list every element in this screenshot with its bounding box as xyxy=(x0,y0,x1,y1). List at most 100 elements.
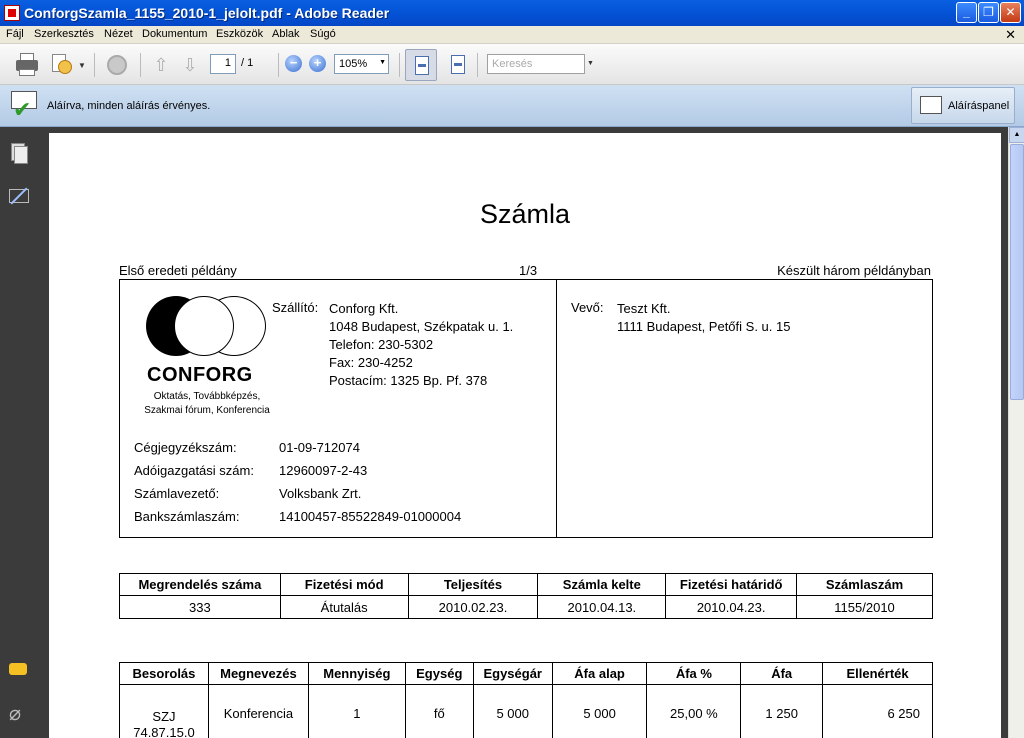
toolbar-separator xyxy=(140,53,141,77)
signature-valid-icon: ✔ xyxy=(9,89,43,121)
logo-name: CONFORG xyxy=(147,364,253,386)
table-header-row: Megrendelés száma Fizetési mód Teljesíté… xyxy=(119,573,933,596)
table-cell: Konferencia xyxy=(207,684,309,738)
zoom-in-icon[interactable]: + xyxy=(309,55,326,72)
supplier-label: Szállító: xyxy=(272,300,319,315)
table-row: SZJ 74.87.15.0 Konferencia 1 fő 5 000 5 … xyxy=(119,684,933,738)
window-title: ConforgSzamla_1155_2010-1_jelolt.pdf - A… xyxy=(24,5,390,21)
print-icon[interactable] xyxy=(14,52,40,78)
account-value: 14100457-85522849-01000004 xyxy=(279,509,462,524)
page-total: / 1 xyxy=(241,57,254,69)
table-cell: 2010.04.23. xyxy=(665,595,798,619)
table-cell: Átutalás xyxy=(279,595,409,619)
column-header: Egységár xyxy=(472,662,553,685)
fit-width-icon[interactable] xyxy=(405,49,437,81)
toolbar-separator xyxy=(477,53,478,77)
table-header-row: Besorolás Megnevezés Mennyiség Egység Eg… xyxy=(119,662,933,685)
attachments-icon[interactable]: ⌀ xyxy=(9,701,29,725)
zoom-select[interactable]: 105% ▼ xyxy=(334,54,389,74)
signatures-icon[interactable] xyxy=(9,185,29,207)
bank-value: Volksbank Zrt. xyxy=(279,486,362,501)
zoom-value: 105% xyxy=(339,58,368,70)
maximize-button[interactable]: ❐ xyxy=(978,2,999,23)
hand-tool-icon[interactable] xyxy=(104,52,130,78)
column-header: Számla kelte xyxy=(537,573,667,596)
tax-value: 12960097-2-43 xyxy=(279,463,368,478)
document-view[interactable]: Számla Első eredeti példány 1/3 Készült … xyxy=(38,127,1008,738)
logo-subtitle: Oktatás, Továbbképzés, Szakmai fórum, Ko… xyxy=(144,391,270,416)
account-label: Bankszámlaszám: xyxy=(134,509,240,524)
collaborate-icon[interactable]: ▼ xyxy=(50,52,86,78)
copy-label: Első eredeti példány xyxy=(119,263,237,278)
bank-label: Számlavezető: xyxy=(134,486,220,501)
registry-value: 01-09-712074 xyxy=(279,440,360,455)
adobe-reader-icon xyxy=(4,5,20,21)
column-header: Ellenérték xyxy=(822,662,933,685)
order-table: Megrendelés száma Fizetési mód Teljesíté… xyxy=(119,573,933,619)
column-header: Áfa xyxy=(740,662,824,685)
column-header: Teljesítés xyxy=(407,573,539,596)
menu-tools[interactable]: Eszközök xyxy=(216,28,263,40)
registry-label: Cégjegyzékszám: xyxy=(134,440,237,455)
chevron-down-icon: ▼ xyxy=(379,59,386,66)
pages-icon[interactable] xyxy=(9,143,29,165)
search-dropdown-icon[interactable]: ▼ xyxy=(587,60,594,67)
signature-message-bar: ✔ Aláírva, minden aláírás érvényes. Aláí… xyxy=(0,85,1024,127)
menu-document[interactable]: Dokumentum xyxy=(142,28,207,40)
table-cell: 2010.02.23. xyxy=(407,595,539,619)
toolbar-separator xyxy=(94,53,95,77)
menu-help[interactable]: Súgó xyxy=(310,28,336,40)
column-header: Megrendelés száma xyxy=(119,573,281,596)
supplier-details: Conforg Kft. 1048 Budapest, Székpatak u.… xyxy=(329,301,514,388)
column-header: Fizetési határidő xyxy=(665,573,798,596)
table-cell: 1 250 xyxy=(740,684,824,738)
signature-panel-button[interactable]: Aláíráspanel xyxy=(911,87,1015,124)
menu-bar: Fájl Szerkesztés Nézet Dokumentum Eszköz… xyxy=(0,26,1024,44)
signature-status: Aláírva, minden aláírás érvényes. xyxy=(47,100,211,112)
menu-file[interactable]: Fájl xyxy=(6,28,24,40)
menu-view[interactable]: Nézet xyxy=(104,28,133,40)
table-cell: 5 000 xyxy=(472,684,553,738)
title-bar: ConforgSzamla_1155_2010-1_jelolt.pdf - A… xyxy=(0,0,1024,26)
menu-edit[interactable]: Szerkesztés xyxy=(34,28,94,40)
column-header: Áfa % xyxy=(646,662,742,685)
vertical-scrollbar[interactable]: ▲ xyxy=(1008,127,1024,738)
page-of: 1/3 xyxy=(519,263,538,278)
column-header: Fizetési mód xyxy=(279,573,409,596)
menu-window[interactable]: Ablak xyxy=(272,28,300,40)
table-cell: 6 250 xyxy=(822,684,933,738)
signature-panel-label: Aláíráspanel xyxy=(948,100,1010,112)
navigation-pane: ⌀ xyxy=(0,127,38,738)
column-header: Mennyiség xyxy=(307,662,406,685)
toolbar-separator xyxy=(399,53,400,77)
search-input[interactable]: Keresés xyxy=(487,54,585,74)
fit-page-icon[interactable] xyxy=(442,49,474,81)
table-cell: 1 xyxy=(307,684,406,738)
previous-page-icon[interactable]: ⇧ xyxy=(150,52,172,78)
table-cell: 1155/2010 xyxy=(796,595,933,619)
table-cell: SZJ 74.87.15.0 xyxy=(119,684,209,738)
buyer-details: Teszt Kft. 1111 Budapest, Petőfi S. u. 1… xyxy=(617,301,791,334)
parties-box: CONFORG Oktatás, Továbbképzés, Szakmai f… xyxy=(119,279,933,538)
scroll-up-icon[interactable]: ▲ xyxy=(1009,127,1024,143)
table-row: 333 Átutalás 2010.02.23. 2010.04.13. 201… xyxy=(119,595,933,619)
minimize-button[interactable]: _ xyxy=(956,2,977,23)
invoice-title: Számla xyxy=(479,199,571,229)
conforg-logo xyxy=(146,296,270,356)
document-close-icon[interactable]: ✕ xyxy=(1005,27,1016,43)
scroll-thumb[interactable] xyxy=(1010,144,1024,400)
close-button[interactable]: ✕ xyxy=(1000,2,1021,23)
copies-note: Készült három példányban xyxy=(777,263,931,278)
column-header: Besorolás xyxy=(119,662,209,685)
page-number-input[interactable]: 1 xyxy=(210,54,236,74)
zoom-out-icon[interactable]: − xyxy=(285,55,302,72)
table-cell: 25,00 % xyxy=(646,684,742,738)
next-page-icon[interactable]: ⇩ xyxy=(179,52,201,78)
table-cell: 333 xyxy=(119,595,281,619)
signature-pen-icon xyxy=(920,96,942,114)
comments-icon[interactable] xyxy=(9,663,27,675)
column-header: Megnevezés xyxy=(207,662,309,685)
pdf-page: Számla Első eredeti példány 1/3 Készült … xyxy=(49,133,1001,738)
column-header: Egység xyxy=(404,662,474,685)
items-table: Besorolás Megnevezés Mennyiség Egység Eg… xyxy=(119,662,933,738)
